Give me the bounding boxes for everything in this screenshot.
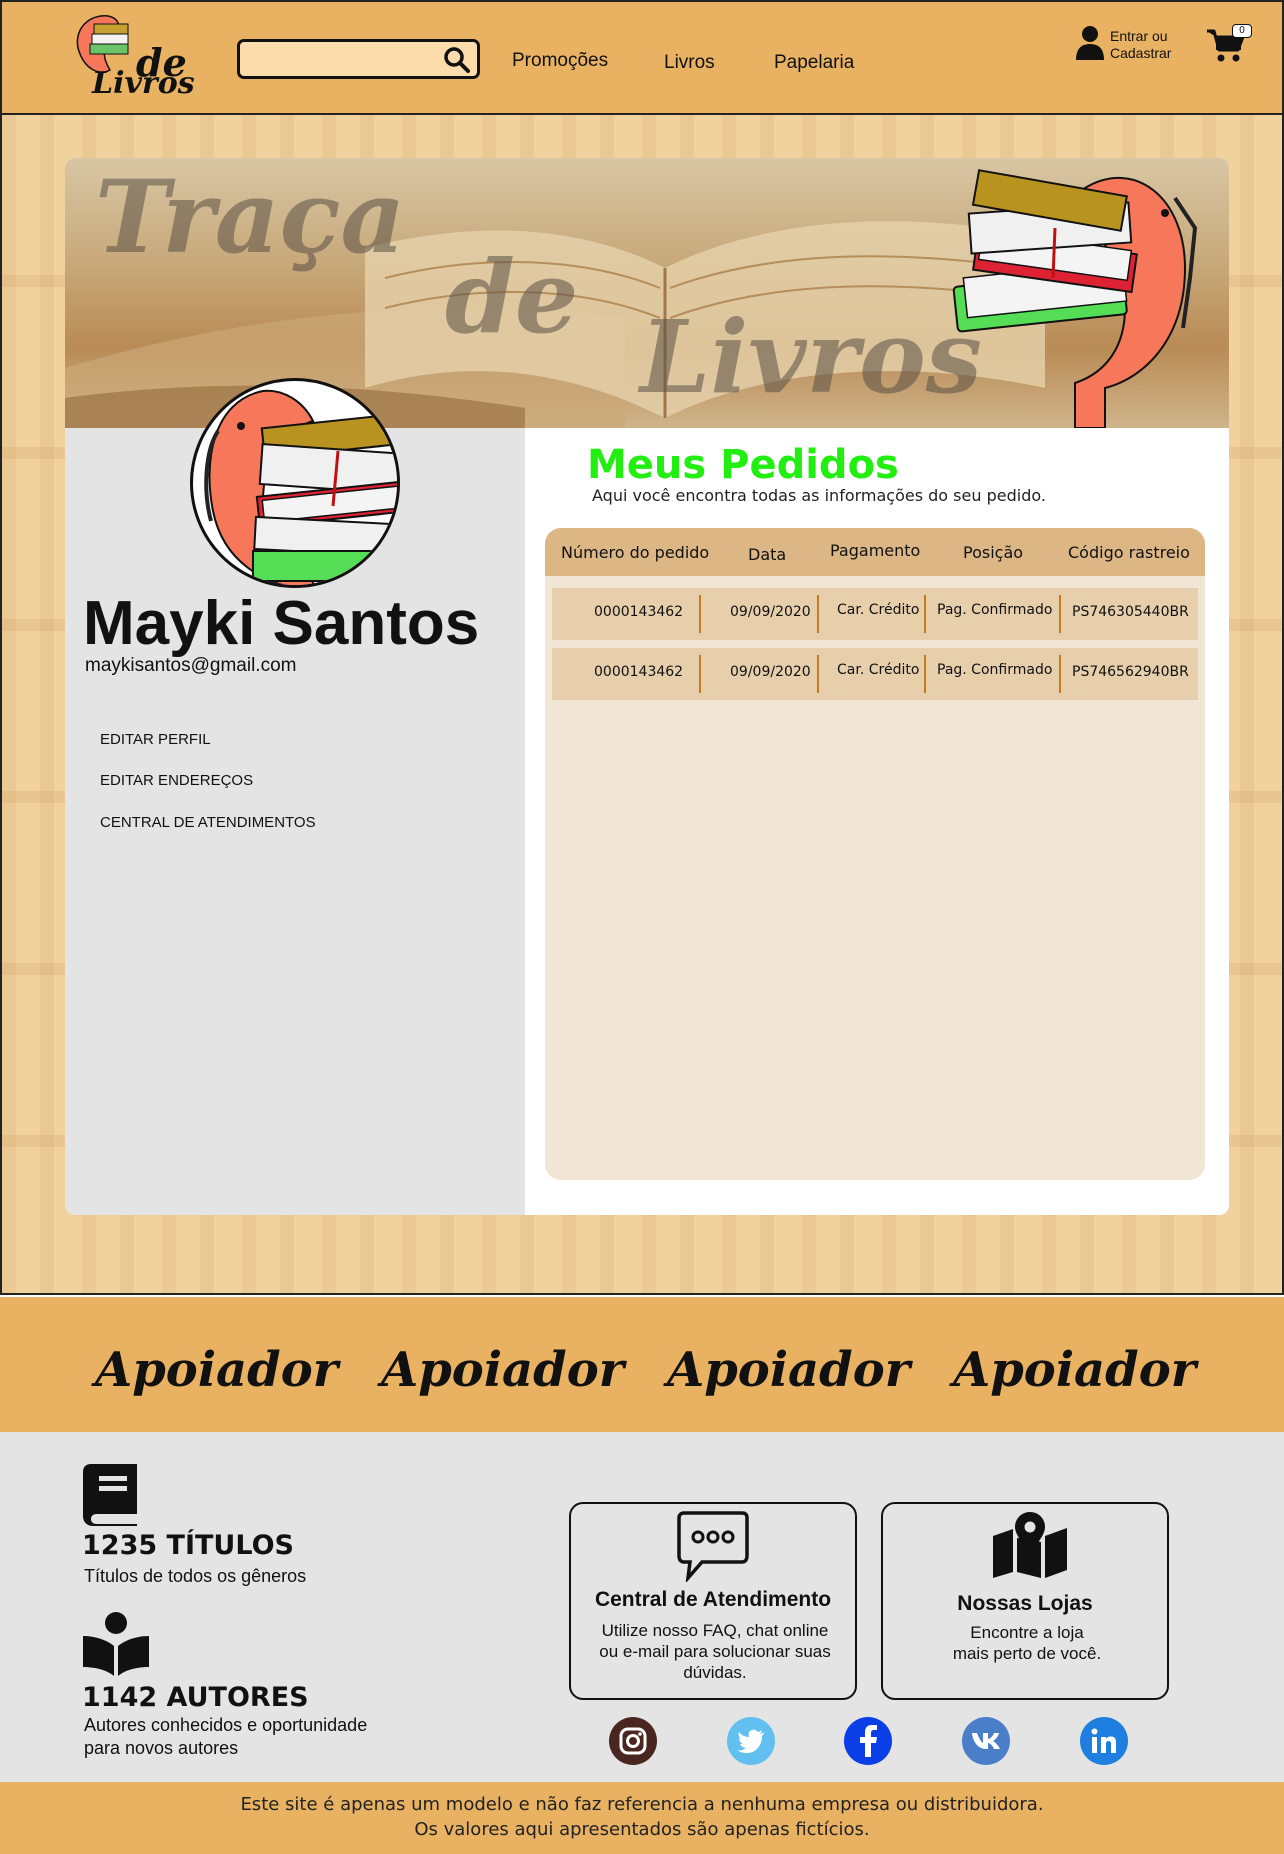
disclaimer-line-1: Este site é apenas um modelo e não faz r… xyxy=(240,1794,1044,1815)
col-date: Data xyxy=(748,545,787,564)
instagram-icon[interactable] xyxy=(609,1717,657,1765)
titles-count: 1235 TÍTULOS xyxy=(82,1530,294,1561)
support-center-card[interactable]: Central de Atendimento Utilize nosso FAQ… xyxy=(569,1502,857,1700)
sponsor-logo[interactable]: Apoiador xyxy=(953,1342,1196,1398)
profile-email: maykisantos@gmail.com xyxy=(85,655,297,676)
cell-payment: Car. Crédito xyxy=(837,602,920,618)
cart-count-badge: 0 xyxy=(1232,24,1252,38)
facebook-icon[interactable] xyxy=(844,1717,892,1765)
col-order-number: Número do pedido xyxy=(561,543,710,562)
profile-banner: Traça de Livros xyxy=(65,158,1229,428)
linkedin-icon[interactable] xyxy=(1080,1717,1128,1765)
orders-subtitle: Aqui você encontra todas as informações … xyxy=(592,486,1046,505)
sponsors-bar: Apoiador Apoiador Apoiador Apoiador xyxy=(0,1297,1284,1432)
sponsor-logo[interactable]: Apoiador xyxy=(667,1342,910,1398)
orders-table-header: Número do pedido Data Pagamento Posição … xyxy=(545,528,1205,576)
our-stores-card[interactable]: Nossas Lojas Encontre a loja mais perto … xyxy=(881,1502,1169,1700)
support-center-title: Central de Atendimento xyxy=(594,1588,832,1611)
cell-tracking[interactable]: PS746305440BR xyxy=(1072,604,1189,620)
cart-button[interactable]: 0 xyxy=(1206,24,1254,64)
table-row[interactable]: 0000143462 09/09/2020 Car. Crédito Pag. … xyxy=(552,588,1198,640)
site-logo[interactable]: de Livros xyxy=(70,10,195,101)
cell-order-number: 0000143462 xyxy=(594,604,684,620)
mascot-books-icon xyxy=(952,169,1198,428)
support-center-desc: Utilize nosso FAQ, chat online ou e-mail… xyxy=(599,1621,831,1682)
nav-papelaria[interactable]: Papelaria xyxy=(774,52,854,74)
mascot-avatar-icon xyxy=(204,389,397,585)
reader-icon xyxy=(83,1612,149,1676)
profile-card: Traça de Livros Meus Pedidos Aqui você e… xyxy=(65,158,1229,1215)
search-icon[interactable] xyxy=(443,46,471,74)
disclaimer-bar: Este site é apenas um modelo e não faz r… xyxy=(0,1782,1284,1854)
site-footer: 1235 TÍTULOS Títulos de todos os gêneros… xyxy=(0,1432,1284,1782)
support-center-link[interactable]: CENTRAL DE ATENDIMENTOS xyxy=(100,814,316,831)
cell-date: 09/09/2020 xyxy=(730,604,811,620)
search-input[interactable] xyxy=(237,39,480,79)
our-stores-title: Nossas Lojas xyxy=(957,1592,1093,1615)
orders-title: Meus Pedidos xyxy=(587,442,899,488)
site-header: de Livros Promoções Livros Papelaria Ent… xyxy=(0,0,1284,115)
user-icon xyxy=(1076,26,1104,60)
edit-profile-link[interactable]: EDITAR PERFIL xyxy=(100,731,211,748)
cell-position: Pag. Confirmado xyxy=(937,602,1053,618)
col-tracking: Código rastreio xyxy=(1068,543,1190,562)
col-position: Posição xyxy=(963,543,1024,562)
titles-desc: Títulos de todos os gêneros xyxy=(84,1566,307,1586)
banner-word-traca: Traça xyxy=(95,158,406,276)
cell-order-number: 0000143462 xyxy=(594,664,684,680)
table-row[interactable]: 0000143462 09/09/2020 Car. Crédito Pag. … xyxy=(552,648,1198,700)
banner-word-livros: Livros xyxy=(640,298,983,416)
logo-word-livros: Livros xyxy=(92,66,195,101)
authors-desc: Autores conhecidos e oportunidade para n… xyxy=(84,1715,368,1758)
avatar[interactable] xyxy=(190,378,400,588)
profile-name: Mayki Santos xyxy=(83,589,480,658)
disclaimer-line-2: Os valores aqui apresentados são apenas … xyxy=(414,1819,870,1840)
map-pin-icon xyxy=(993,1512,1067,1578)
cell-position: Pag. Confirmado xyxy=(937,662,1053,678)
orders-panel: Meus Pedidos Aqui você encontra todas as… xyxy=(525,428,1229,1215)
edit-addresses-link[interactable]: EDITAR ENDEREÇOS xyxy=(100,772,253,789)
chat-bubble-icon xyxy=(677,1511,749,1582)
col-payment: Pagamento xyxy=(830,541,921,560)
cell-date: 09/09/2020 xyxy=(730,664,811,680)
orders-table: Número do pedido Data Pagamento Posição … xyxy=(545,528,1205,1180)
nav-livros[interactable]: Livros xyxy=(664,52,715,74)
nav-promocoes[interactable]: Promoções xyxy=(512,50,608,72)
login-label: Entrar ou Cadastrar xyxy=(1110,28,1172,61)
authors-count: 1142 AUTORES xyxy=(82,1682,309,1713)
book-icon xyxy=(83,1464,137,1526)
cell-tracking[interactable]: PS746562940BR xyxy=(1072,664,1189,680)
cell-payment: Car. Crédito xyxy=(837,662,920,678)
twitter-icon[interactable] xyxy=(727,1717,775,1765)
banner-word-de: de xyxy=(445,238,579,356)
sponsor-logo[interactable]: Apoiador xyxy=(381,1342,624,1398)
login-button[interactable]: Entrar ou Cadastrar xyxy=(1074,22,1184,67)
sponsor-logo[interactable]: Apoiador xyxy=(95,1342,338,1398)
our-stores-desc: Encontre a loja mais perto de você. xyxy=(952,1623,1102,1663)
vk-icon[interactable] xyxy=(962,1717,1010,1765)
